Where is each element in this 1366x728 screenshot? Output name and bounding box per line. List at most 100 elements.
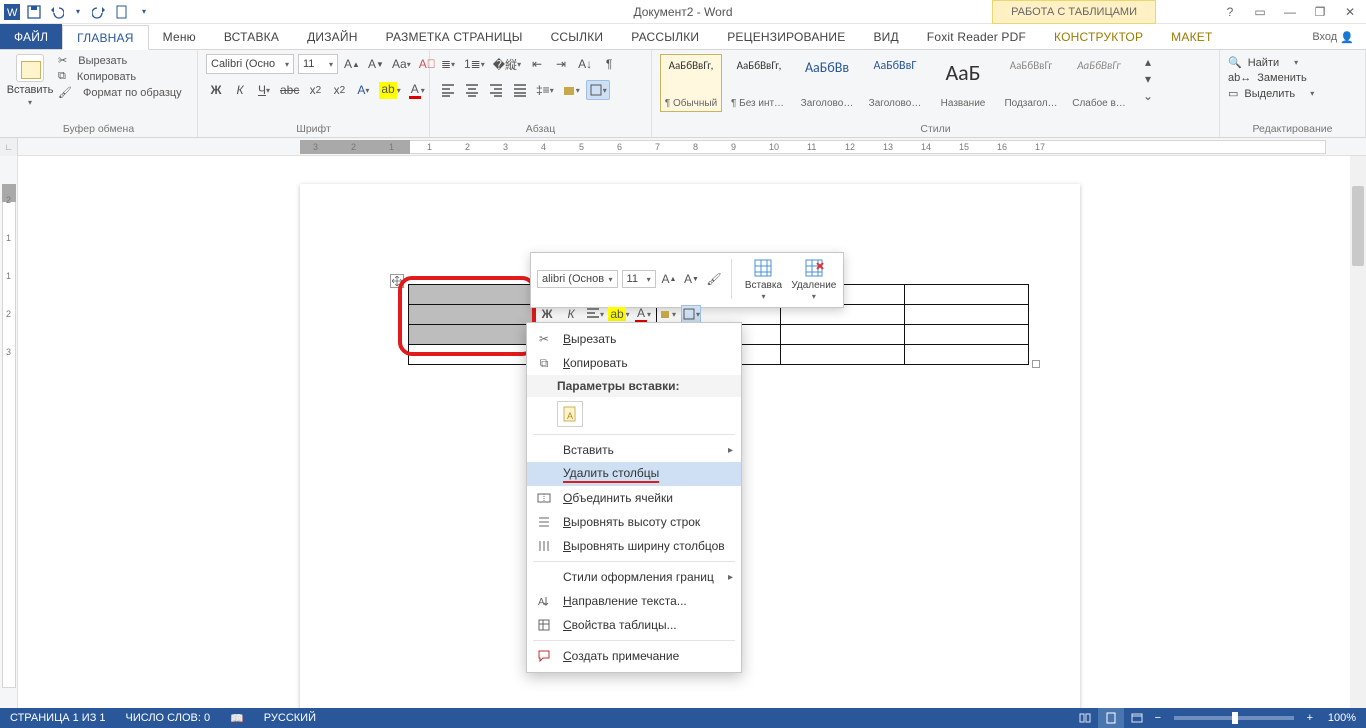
ctx-delete-columns[interactable]: Удалить столбцы	[527, 462, 741, 486]
mini-insert-button[interactable]: Вставка▾	[740, 257, 786, 301]
style-item[interactable]: АаБНазвание	[932, 54, 994, 112]
align-center-icon[interactable]	[462, 80, 482, 100]
table-cell[interactable]	[781, 325, 905, 345]
sort-icon[interactable]: A↓	[575, 54, 595, 74]
table-cell[interactable]	[905, 305, 1029, 325]
ctx-merge-cells[interactable]: Объединить ячейки	[527, 486, 741, 510]
mini-delete-button[interactable]: Удаление▾	[791, 257, 837, 301]
ctx-insert[interactable]: Вставить▸	[527, 438, 741, 462]
replace-button[interactable]: ab↔Заменить	[1228, 72, 1314, 84]
mini-font-name[interactable]: alibri (Основ▾	[537, 270, 618, 288]
horizontal-ruler[interactable]: ∟ 3211234567891011121314151617	[0, 138, 1366, 156]
view-print-layout-icon[interactable]	[1098, 708, 1124, 728]
status-page[interactable]: СТРАНИЦА 1 ИЗ 1	[0, 712, 116, 724]
paste-dropdown-icon[interactable]: ▾	[28, 98, 32, 107]
mini-font-size[interactable]: 11▾	[622, 270, 656, 288]
tab-menu[interactable]: Меню	[149, 24, 210, 49]
ctx-distribute-cols[interactable]: Выровнять ширину столбцов	[527, 534, 741, 558]
vertical-scrollbar[interactable]	[1350, 156, 1366, 708]
ctx-distribute-rows[interactable]: Выровнять высоту строк	[527, 510, 741, 534]
view-read-mode-icon[interactable]	[1072, 708, 1098, 728]
undo-dropdown-icon[interactable]: ▾	[70, 4, 86, 20]
style-item[interactable]: АаБбВвЗаголово…	[796, 54, 858, 112]
mini-font-color-icon[interactable]: A▾	[633, 305, 653, 323]
shading-icon[interactable]: ▾	[560, 80, 582, 100]
zoom-slider[interactable]	[1174, 716, 1294, 720]
line-spacing-icon[interactable]: ‡≡▾	[534, 80, 556, 100]
numbering-icon[interactable]: 1≣▾	[462, 54, 487, 74]
vertical-ruler[interactable]: 21123	[0, 156, 18, 708]
tab-design[interactable]: ДИЗАЙН	[293, 24, 372, 49]
font-name-combo[interactable]: Calibri (Осно▾	[206, 54, 294, 74]
show-marks-icon[interactable]: ¶	[599, 54, 619, 74]
table-cell[interactable]	[905, 345, 1029, 365]
ctx-copy[interactable]: ⧉Копировать	[527, 351, 741, 375]
tab-view[interactable]: ВИД	[859, 24, 912, 49]
restore-icon[interactable]: ❐	[1310, 5, 1330, 19]
table-cell[interactable]	[781, 345, 905, 365]
table-cell[interactable]	[905, 325, 1029, 345]
style-item[interactable]: АаБбВвГгПодзагол…	[1000, 54, 1062, 112]
change-case-icon[interactable]: Aa▾	[390, 54, 413, 74]
status-spellcheck-icon[interactable]: 📖	[220, 712, 254, 725]
subscript-button[interactable]: x2	[305, 80, 325, 100]
close-icon[interactable]: ✕	[1340, 5, 1360, 19]
style-item[interactable]: АаБбВвГгСлабое в…	[1068, 54, 1130, 112]
font-color-icon[interactable]: A▾	[407, 80, 427, 100]
help-icon[interactable]: ?	[1220, 5, 1240, 19]
status-language[interactable]: РУССКИЙ	[254, 712, 326, 724]
format-painter-button[interactable]: 🖌 Формат по образцу	[58, 86, 182, 99]
style-item[interactable]: АаБбВвГг,¶ Обычный	[660, 54, 722, 112]
redo-icon[interactable]	[92, 4, 108, 20]
undo-icon[interactable]	[48, 4, 64, 20]
mini-grow-font-icon[interactable]: A▲	[660, 270, 679, 288]
tab-insert[interactable]: ВСТАВКА	[210, 24, 293, 49]
decrease-indent-icon[interactable]: ⇤	[527, 54, 547, 74]
styles-gallery[interactable]: АаБбВвГг,¶ ОбычныйАаБбВвГг,¶ Без инте…Аа…	[660, 54, 1130, 112]
save-icon[interactable]	[26, 4, 42, 20]
align-left-icon[interactable]	[438, 80, 458, 100]
mini-highlight-icon[interactable]: ab▾	[609, 305, 629, 323]
justify-icon[interactable]	[510, 80, 530, 100]
tab-table-layout[interactable]: МАКЕТ	[1157, 24, 1226, 49]
mini-bold-button[interactable]: Ж	[537, 305, 557, 323]
ctx-cut[interactable]: ✂Вырезать	[527, 327, 741, 351]
style-item[interactable]: АаБбВвГг,¶ Без инте…	[728, 54, 790, 112]
table-cell[interactable]	[905, 285, 1029, 305]
ctx-border-styles[interactable]: Стили оформления границ▸	[527, 565, 741, 589]
superscript-button[interactable]: x2	[329, 80, 349, 100]
borders-icon[interactable]: ▾	[586, 80, 610, 100]
table-resize-handle[interactable]	[1032, 360, 1040, 368]
new-doc-icon[interactable]	[114, 4, 130, 20]
paste-button[interactable]: Вставить ▾	[8, 54, 52, 107]
increase-indent-icon[interactable]: ⇥	[551, 54, 571, 74]
font-size-combo[interactable]: 11▾	[298, 54, 338, 74]
ctx-text-direction[interactable]: AНаправление текста...	[527, 589, 741, 613]
mini-shrink-font-icon[interactable]: A▼	[682, 270, 701, 288]
paste-keep-formatting-icon[interactable]: A	[557, 401, 583, 427]
ctx-new-comment[interactable]: Создать примечание	[527, 644, 741, 668]
tab-selector[interactable]: ∟	[0, 138, 18, 156]
sign-in-link[interactable]: Вход 👤	[1312, 24, 1354, 50]
text-effects-icon[interactable]: A▾	[353, 80, 373, 100]
mini-format-painter-icon[interactable]: 🖌	[705, 270, 724, 288]
mini-align-icon[interactable]: ▾	[585, 305, 605, 323]
tab-file[interactable]: ФАЙЛ	[0, 24, 62, 49]
minimize-icon[interactable]: —	[1280, 5, 1300, 19]
mini-borders-icon[interactable]: ▾	[681, 305, 701, 323]
tab-home[interactable]: ГЛАВНАЯ	[62, 25, 148, 50]
tab-table-design[interactable]: КОНСТРУКТОР	[1040, 24, 1157, 49]
mini-italic-button[interactable]: К	[561, 305, 581, 323]
tab-review[interactable]: РЕЦЕНЗИРОВАНИЕ	[713, 24, 859, 49]
bold-button[interactable]: Ж	[206, 80, 226, 100]
copy-button[interactable]: ⧉ Копировать	[58, 70, 182, 83]
styles-scroll-up-icon[interactable]: ▴	[1138, 54, 1158, 70]
strikethrough-button[interactable]: abc	[278, 80, 301, 100]
grow-font-icon[interactable]: A▲	[342, 54, 362, 74]
ribbon-display-options-icon[interactable]: ▭	[1250, 5, 1270, 19]
tab-references[interactable]: ССЫЛКИ	[537, 24, 618, 49]
zoom-in-button[interactable]: +	[1302, 712, 1318, 724]
status-word-count[interactable]: ЧИСЛО СЛОВ: 0	[116, 712, 221, 724]
cut-button[interactable]: ✂ Вырезать	[58, 54, 182, 67]
find-button[interactable]: 🔍Найти ▾	[1228, 56, 1314, 69]
